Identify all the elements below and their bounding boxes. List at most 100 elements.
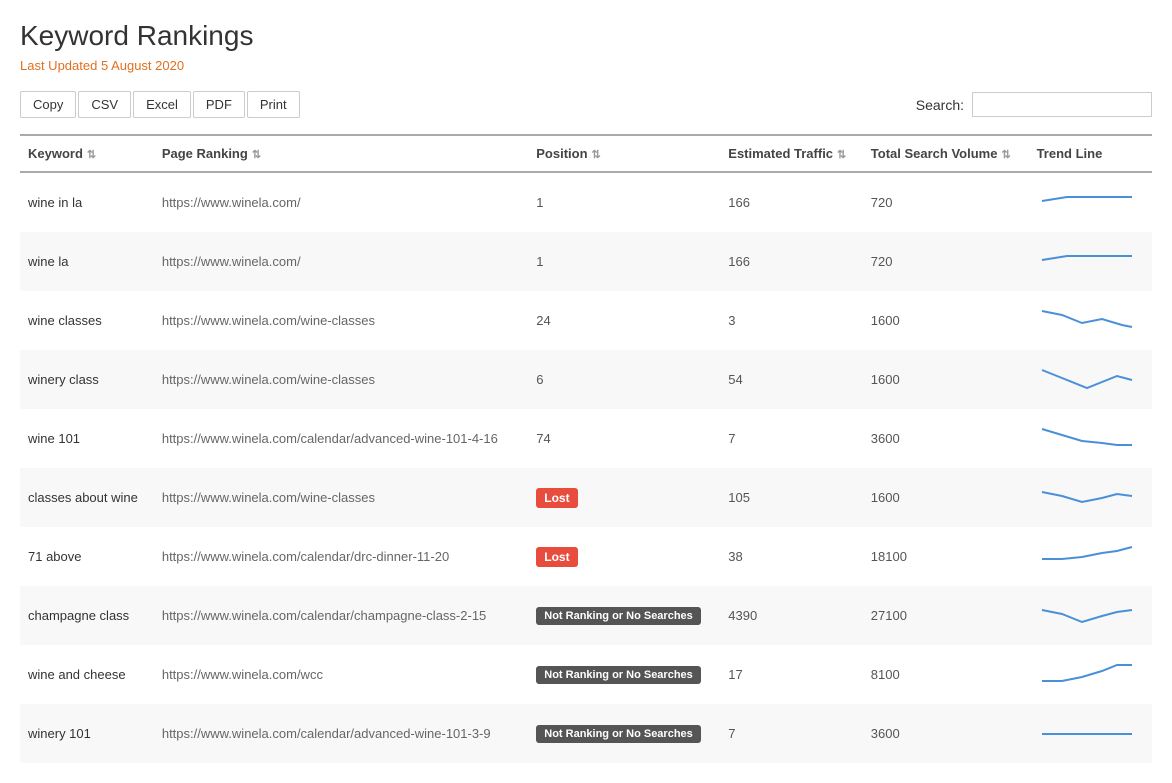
traffic-cell: 7 [720,409,863,468]
position-cell: 74 [528,409,720,468]
trend-line-svg [1037,360,1137,396]
keyword-cell: champagne class [20,586,154,645]
table-row: winery 101https://www.winela.com/calenda… [20,704,1152,763]
trend-cell [1029,704,1152,763]
keyword-cell: winery class [20,350,154,409]
trend-line-svg [1037,596,1137,632]
trend-line-svg [1037,714,1137,750]
table-header: Keyword⇅Page Ranking⇅Position⇅Estimated … [20,135,1152,172]
csv-button[interactable]: CSV [78,91,131,118]
not-ranking-badge: Not Ranking or No Searches [536,607,701,625]
position-cell: Not Ranking or No Searches [528,586,720,645]
search-area: Search: [916,92,1152,117]
trend-line-svg [1037,478,1137,514]
pdf-button[interactable]: PDF [193,91,245,118]
search-label: Search: [916,97,964,113]
table-row: wine lahttps://www.winela.com/1166720 [20,232,1152,291]
position-cell: Not Ranking or No Searches [528,645,720,704]
col-header-trend-line: Trend Line [1029,135,1152,172]
table-row: wine classeshttps://www.winela.com/wine-… [20,291,1152,350]
excel-button[interactable]: Excel [133,91,191,118]
table-row: champagne classhttps://www.winela.com/ca… [20,586,1152,645]
table-row: wine 101https://www.winela.com/calendar/… [20,409,1152,468]
search-volume-cell: 3600 [863,409,1029,468]
trend-cell [1029,172,1152,232]
trend-line-svg [1037,301,1137,337]
position-cell: 1 [528,172,720,232]
keyword-cell: 71 above [20,527,154,586]
search-volume-cell: 27100 [863,586,1029,645]
trend-cell [1029,586,1152,645]
keyword-cell: winery 101 [20,704,154,763]
not-ranking-badge: Not Ranking or No Searches [536,666,701,684]
keyword-cell: wine la [20,232,154,291]
col-header-total-search-volume[interactable]: Total Search Volume⇅ [863,135,1029,172]
search-volume-cell: 1600 [863,350,1029,409]
sort-icon: ⇅ [252,149,261,161]
trend-line-svg [1037,655,1137,691]
col-header-position[interactable]: Position⇅ [528,135,720,172]
copy-button[interactable]: Copy [20,91,76,118]
url-cell: https://www.winela.com/wine-classes [154,468,528,527]
table-row: 71 abovehttps://www.winela.com/calendar/… [20,527,1152,586]
traffic-cell: 7 [720,704,863,763]
url-cell: https://www.winela.com/ [154,172,528,232]
not-ranking-badge: Not Ranking or No Searches [536,725,701,743]
traffic-cell: 54 [720,350,863,409]
traffic-cell: 105 [720,468,863,527]
trend-cell [1029,527,1152,586]
url-cell: https://www.winela.com/calendar/champagn… [154,586,528,645]
print-button[interactable]: Print [247,91,300,118]
keyword-cell: classes about wine [20,468,154,527]
keyword-cell: wine in la [20,172,154,232]
trend-line-svg [1037,242,1137,278]
url-cell: https://www.winela.com/wine-classes [154,350,528,409]
table-row: wine in lahttps://www.winela.com/1166720 [20,172,1152,232]
table-row: classes about winehttps://www.winela.com… [20,468,1152,527]
search-volume-cell: 8100 [863,645,1029,704]
traffic-cell: 166 [720,232,863,291]
trend-cell [1029,350,1152,409]
traffic-cell: 166 [720,172,863,232]
position-cell: 24 [528,291,720,350]
position-cell: 6 [528,350,720,409]
lost-badge: Lost [536,547,577,567]
traffic-cell: 4390 [720,586,863,645]
col-header-page-ranking[interactable]: Page Ranking⇅ [154,135,528,172]
keyword-cell: wine 101 [20,409,154,468]
toolbar: CopyCSVExcelPDFPrint Search: [20,91,1152,118]
sort-icon: ⇅ [837,149,846,161]
col-header-estimated-traffic[interactable]: Estimated Traffic⇅ [720,135,863,172]
table-row: winery classhttps://www.winela.com/wine-… [20,350,1152,409]
url-cell: https://www.winela.com/calendar/drc-dinn… [154,527,528,586]
col-header-keyword[interactable]: Keyword⇅ [20,135,154,172]
search-volume-cell: 1600 [863,468,1029,527]
keyword-cell: wine classes [20,291,154,350]
trend-cell [1029,232,1152,291]
position-cell: 1 [528,232,720,291]
trend-line-svg [1037,183,1137,219]
keyword-table: Keyword⇅Page Ranking⇅Position⇅Estimated … [20,134,1152,763]
lost-badge: Lost [536,488,577,508]
url-cell: https://www.winela.com/calendar/advanced… [154,409,528,468]
page-title: Keyword Rankings [20,20,1152,52]
position-cell: Lost [528,468,720,527]
toolbar-buttons: CopyCSVExcelPDFPrint [20,91,300,118]
trend-cell [1029,291,1152,350]
search-volume-cell: 720 [863,232,1029,291]
sort-icon: ⇅ [1001,149,1010,161]
page-subtitle: Last Updated 5 August 2020 [20,58,1152,73]
traffic-cell: 3 [720,291,863,350]
trend-cell [1029,645,1152,704]
url-cell: https://www.winela.com/wine-classes [154,291,528,350]
trend-line-svg [1037,419,1137,455]
search-input[interactable] [972,92,1152,117]
table-body: wine in lahttps://www.winela.com/1166720… [20,172,1152,763]
url-cell: https://www.winela.com/wcc [154,645,528,704]
table-row: wine and cheesehttps://www.winela.com/wc… [20,645,1152,704]
search-volume-cell: 1600 [863,291,1029,350]
sort-icon: ⇅ [87,149,96,161]
sort-icon: ⇅ [592,149,601,161]
search-volume-cell: 3600 [863,704,1029,763]
trend-cell [1029,409,1152,468]
